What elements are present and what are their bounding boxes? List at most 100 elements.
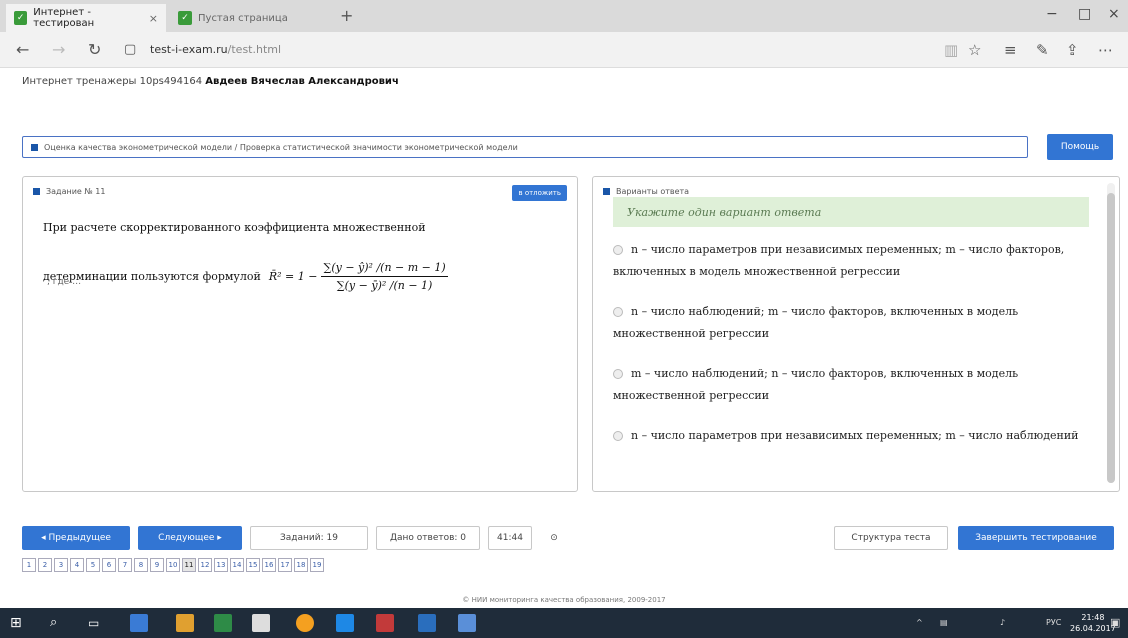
- page-number-button[interactable]: 18: [294, 558, 308, 572]
- system-clock[interactable]: 21:48 26.04.2017: [1070, 612, 1116, 634]
- page-number-button[interactable]: 4: [70, 558, 84, 572]
- scrollbar-thumb[interactable]: [1107, 193, 1115, 483]
- app-icon[interactable]: [336, 614, 354, 632]
- test-structure-button[interactable]: Структура теста: [834, 526, 948, 550]
- favorites-star-icon[interactable]: ☆: [968, 41, 981, 59]
- page-number-button[interactable]: 6: [102, 558, 116, 572]
- excel-icon[interactable]: [214, 614, 232, 632]
- postpone-button[interactable]: в отложить: [512, 185, 567, 201]
- radio-button[interactable]: [613, 431, 623, 441]
- next-button[interactable]: Следующее ▸: [138, 526, 242, 550]
- address-toolbar: ← → ↻ ▢ test-i-exam.ru/test.html ▥ ☆ ≡ ✎…: [0, 32, 1128, 68]
- maximize-button[interactable]: □: [1078, 6, 1091, 22]
- new-tab-button[interactable]: +: [340, 6, 353, 25]
- app-icon[interactable]: [376, 614, 394, 632]
- formula-lhs: R̄² = 1 −: [268, 270, 318, 283]
- page-number-button[interactable]: 8: [134, 558, 148, 572]
- breadcrumb-text: Оценка качества эконометрической модели …: [44, 142, 518, 152]
- tab-blank[interactable]: ✓ Пустая страница: [170, 4, 330, 32]
- address-field[interactable]: test-i-exam.ru/test.html: [150, 43, 281, 56]
- page-number-button[interactable]: 9: [150, 558, 164, 572]
- url-path: /test.html: [227, 43, 282, 56]
- page-number-button[interactable]: 14: [230, 558, 244, 572]
- page-number-button[interactable]: 13: [214, 558, 228, 572]
- page-number-button[interactable]: 5: [86, 558, 100, 572]
- volume-icon[interactable]: ♪: [1000, 618, 1005, 627]
- web-note-icon[interactable]: ✎: [1036, 41, 1049, 59]
- share-icon[interactable]: ⇪: [1066, 41, 1079, 59]
- browser-tabbar: ✓ Интернет - тестирован × ✓ Пустая стран…: [0, 0, 1128, 32]
- app-icon[interactable]: [458, 614, 476, 632]
- tab-label: Пустая страница: [198, 12, 288, 24]
- radio-button[interactable]: [613, 245, 623, 255]
- answers-body: Укажите один вариант ответа n – число па…: [593, 177, 1119, 491]
- formula-numerator: ∑(y − ŷ)² /(n − m − 1): [321, 261, 448, 277]
- refresh-icon[interactable]: ↻: [88, 40, 101, 59]
- store-icon[interactable]: [252, 614, 270, 632]
- answers-scrollbar[interactable]: [1107, 183, 1115, 483]
- radio-button[interactable]: [613, 369, 623, 379]
- bullet-square-icon: [31, 143, 38, 151]
- formula-denominator: ∑(y − ȳ)² /(n − 1): [336, 279, 433, 292]
- more-icon[interactable]: ⋯: [1098, 41, 1113, 59]
- page-number-button[interactable]: 2: [38, 558, 52, 572]
- radio-button[interactable]: [613, 307, 623, 317]
- windows-start-icon[interactable]: ⊞: [10, 614, 28, 632]
- site-favicon-icon: ✓: [178, 11, 192, 25]
- page-number-button[interactable]: 3: [54, 558, 68, 572]
- chrome-icon[interactable]: [296, 614, 314, 632]
- answer-option-text: n – число параметров при независимых пер…: [631, 429, 1079, 442]
- tab-close-icon[interactable]: ×: [149, 12, 158, 25]
- task-header: Задание № 11: [33, 187, 105, 196]
- help-button[interactable]: Помощь: [1047, 134, 1113, 160]
- timer: 41:44: [488, 526, 532, 550]
- reading-view-icon[interactable]: ▥: [944, 41, 958, 59]
- minimize-button[interactable]: −: [1046, 6, 1058, 22]
- question-text: При расчете скорректированного коэффицие…: [43, 221, 426, 234]
- finish-test-button[interactable]: Завершить тестирование: [958, 526, 1114, 550]
- page-number-button[interactable]: 7: [118, 558, 132, 572]
- formula-fraction: ∑(y − ŷ)² /(n − m − 1) ∑(y − ȳ)² /(n − 1…: [321, 261, 448, 292]
- page-number-button[interactable]: 19: [310, 558, 324, 572]
- edge-browser-icon[interactable]: [130, 614, 148, 632]
- page-number-button[interactable]: 11: [182, 558, 196, 572]
- bullet-square-icon: [33, 188, 40, 195]
- answer-option-text: n – число наблюдений; m – число факторов…: [613, 305, 1019, 340]
- app-icon[interactable]: [418, 614, 436, 632]
- window-close-button[interactable]: ×: [1108, 6, 1120, 22]
- answer-option-text: n – число параметров при независимых пер…: [613, 243, 1065, 278]
- answer-hint: Укажите один вариант ответа: [613, 197, 1089, 227]
- notifications-icon[interactable]: ▣: [1110, 616, 1120, 629]
- previous-button[interactable]: ◂ Предыдущее: [22, 526, 130, 550]
- network-icon[interactable]: ▤: [940, 618, 948, 627]
- tray-chevron-icon[interactable]: ^: [916, 618, 923, 627]
- forward-arrow-icon[interactable]: →: [52, 40, 65, 59]
- question-formula-line: детерминации пользуются формулой R̄² = 1…: [43, 261, 448, 292]
- site-favicon-icon: ✓: [14, 11, 28, 25]
- answer-option[interactable]: n – число наблюдений; m – число факторов…: [613, 301, 1083, 345]
- answers-panel: Варианты ответа Укажите один вариант отв…: [592, 176, 1120, 492]
- url-domain: test-i-exam.ru: [150, 43, 228, 56]
- answer-option[interactable]: n – число параметров при независимых пер…: [613, 425, 1083, 447]
- answered-count: Дано ответов: 0: [376, 526, 480, 550]
- clock-icon[interactable]: ⊙: [540, 526, 568, 550]
- search-icon[interactable]: ⌕: [50, 614, 68, 632]
- task-panel: Задание № 11 в отложить При расчете скор…: [22, 176, 578, 492]
- answer-option[interactable]: n – число параметров при независимых пер…: [613, 239, 1083, 283]
- answer-option-text: m – число наблюдений; n – число факторов…: [613, 367, 1019, 402]
- answer-option[interactable]: m – число наблюдений; n – число факторов…: [613, 363, 1083, 407]
- page-number-button[interactable]: 10: [166, 558, 180, 572]
- page-number-button[interactable]: 16: [262, 558, 276, 572]
- breadcrumb: Оценка качества эконометрической модели …: [22, 136, 1028, 158]
- hub-icon[interactable]: ≡: [1004, 41, 1017, 59]
- page-number-button[interactable]: 1: [22, 558, 36, 572]
- tab-testing[interactable]: ✓ Интернет - тестирован ×: [6, 4, 166, 32]
- back-arrow-icon[interactable]: ←: [16, 40, 29, 59]
- task-view-icon[interactable]: ▭: [88, 614, 106, 632]
- where-text: , где …: [47, 277, 82, 287]
- page-number-button[interactable]: 15: [246, 558, 260, 572]
- page-number-button[interactable]: 12: [198, 558, 212, 572]
- page-number-button[interactable]: 17: [278, 558, 292, 572]
- language-indicator[interactable]: РУС: [1046, 618, 1061, 627]
- file-explorer-icon[interactable]: [176, 614, 194, 632]
